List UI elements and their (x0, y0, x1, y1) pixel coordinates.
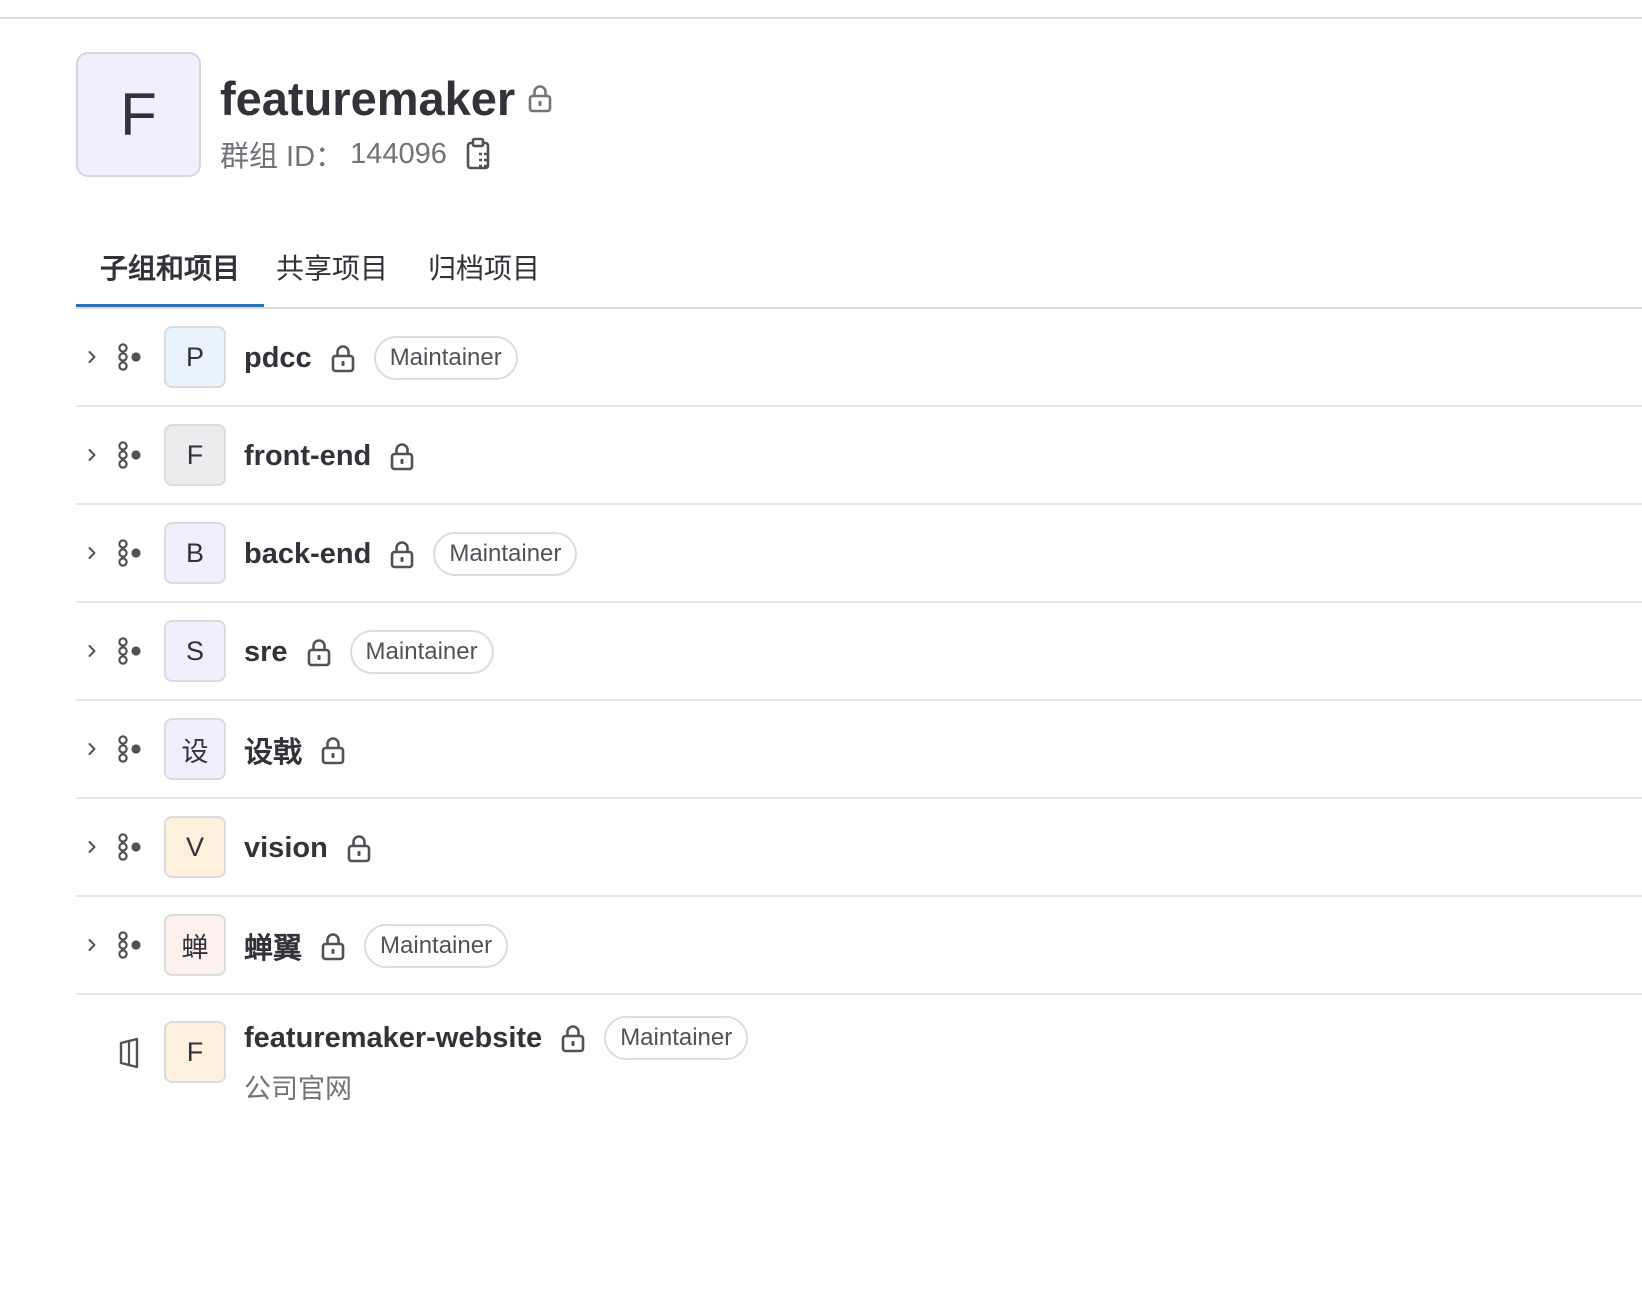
subgroup-icon (116, 735, 144, 763)
chevron-right-icon[interactable] (78, 833, 106, 861)
role-badge: Maintainer (604, 1016, 749, 1060)
group-id-value: 144096 (350, 137, 447, 170)
item-title-line: back-end Maintainer (244, 531, 578, 577)
lock-icon (330, 343, 356, 373)
item-avatar[interactable]: B (164, 522, 226, 584)
item-avatar[interactable]: F (164, 1021, 226, 1083)
item-title-line: front-end (244, 433, 415, 479)
item-description: 公司官网 (244, 1074, 352, 1104)
item-avatar[interactable]: S (164, 620, 226, 682)
item-title-line: 设戟 (244, 727, 346, 773)
role-badge: Maintainer (364, 924, 509, 968)
item-name-link[interactable]: 蝉翼 (244, 925, 302, 967)
subgroup-row[interactable]: Ffront-end (76, 407, 1642, 505)
top-border (0, 17, 1642, 19)
item-avatar[interactable]: V (164, 816, 226, 878)
lock-icon (389, 539, 415, 569)
subgroup-row[interactable]: 设设戟 (76, 701, 1642, 799)
lock-icon (389, 441, 415, 471)
tab-shared-projects[interactable]: 共享项目 (276, 225, 388, 309)
item-name-link[interactable]: front-end (244, 440, 371, 473)
chevron-right-icon[interactable] (78, 539, 106, 567)
subgroup-icon (116, 833, 144, 861)
item-title-line: featuremaker-website Maintainer (244, 1015, 749, 1061)
subgroup-icon (116, 441, 144, 469)
subgroup-icon (116, 931, 144, 959)
item-avatar[interactable]: 设 (164, 718, 226, 780)
subgroup-row[interactable]: Ssre Maintainer (76, 603, 1642, 701)
chevron-right-icon[interactable] (78, 735, 106, 763)
subgroup-icon (116, 637, 144, 665)
tabs: 子组和项目 共享项目 归档项目 (76, 225, 1642, 309)
subgroup-row[interactable]: Bback-end Maintainer (76, 505, 1642, 603)
item-title-line: vision (244, 825, 372, 871)
group-name: featuremaker (220, 71, 516, 125)
chevron-right-icon[interactable] (78, 931, 106, 959)
lock-icon (560, 1023, 586, 1053)
item-name-link[interactable]: pdcc (244, 342, 312, 375)
project-icon (116, 1037, 144, 1069)
item-avatar[interactable]: F (164, 424, 226, 486)
item-avatar[interactable]: P (164, 326, 226, 388)
lock-icon (527, 83, 553, 113)
subgroup-row[interactable]: Ppdcc Maintainer (76, 309, 1642, 407)
item-avatar[interactable]: 蝉 (164, 914, 226, 976)
role-badge: Maintainer (349, 630, 494, 674)
subgroup-icon (116, 343, 144, 371)
item-name-link[interactable]: featuremaker-website (244, 1022, 542, 1055)
subgroup-icon (116, 539, 144, 567)
group-avatar: F (76, 52, 201, 177)
item-title-line: sre Maintainer (244, 629, 494, 675)
tab-subgroups-and-projects[interactable]: 子组和项目 (100, 225, 240, 309)
lock-icon (320, 735, 346, 765)
copy-to-clipboard-icon[interactable] (465, 137, 493, 171)
item-title-line: pdcc Maintainer (244, 335, 518, 381)
role-badge: Maintainer (433, 532, 578, 576)
group-id-label: 群组 ID： (220, 141, 345, 173)
role-badge: Maintainer (373, 336, 518, 380)
project-row[interactable]: Ffeaturemaker-website Maintainer 公司官网 (76, 995, 1642, 1105)
group-id: 群组 ID： 144096 (220, 134, 493, 174)
lock-icon (306, 637, 332, 667)
item-name-link[interactable]: back-end (244, 538, 371, 571)
tab-archived-projects[interactable]: 归档项目 (428, 225, 540, 309)
item-name-link[interactable]: sre (244, 636, 288, 669)
lock-icon (346, 833, 372, 863)
item-name-link[interactable]: 设戟 (244, 729, 302, 771)
lock-icon (320, 931, 346, 961)
group-title: featuremaker (220, 68, 553, 128)
item-name-link[interactable]: vision (244, 832, 328, 865)
chevron-right-icon[interactable] (78, 343, 106, 371)
subgroup-row[interactable]: 蝉蝉翼 Maintainer (76, 897, 1642, 995)
chevron-right-icon[interactable] (78, 441, 106, 469)
chevron-right-icon[interactable] (78, 637, 106, 665)
subgroup-row[interactable]: Vvision (76, 799, 1642, 897)
subgroups-and-projects-list: Ppdcc Maintainer Ffront-end Bback-end Mainta… (76, 309, 1642, 1105)
item-title-line: 蝉翼 Maintainer (244, 923, 509, 969)
